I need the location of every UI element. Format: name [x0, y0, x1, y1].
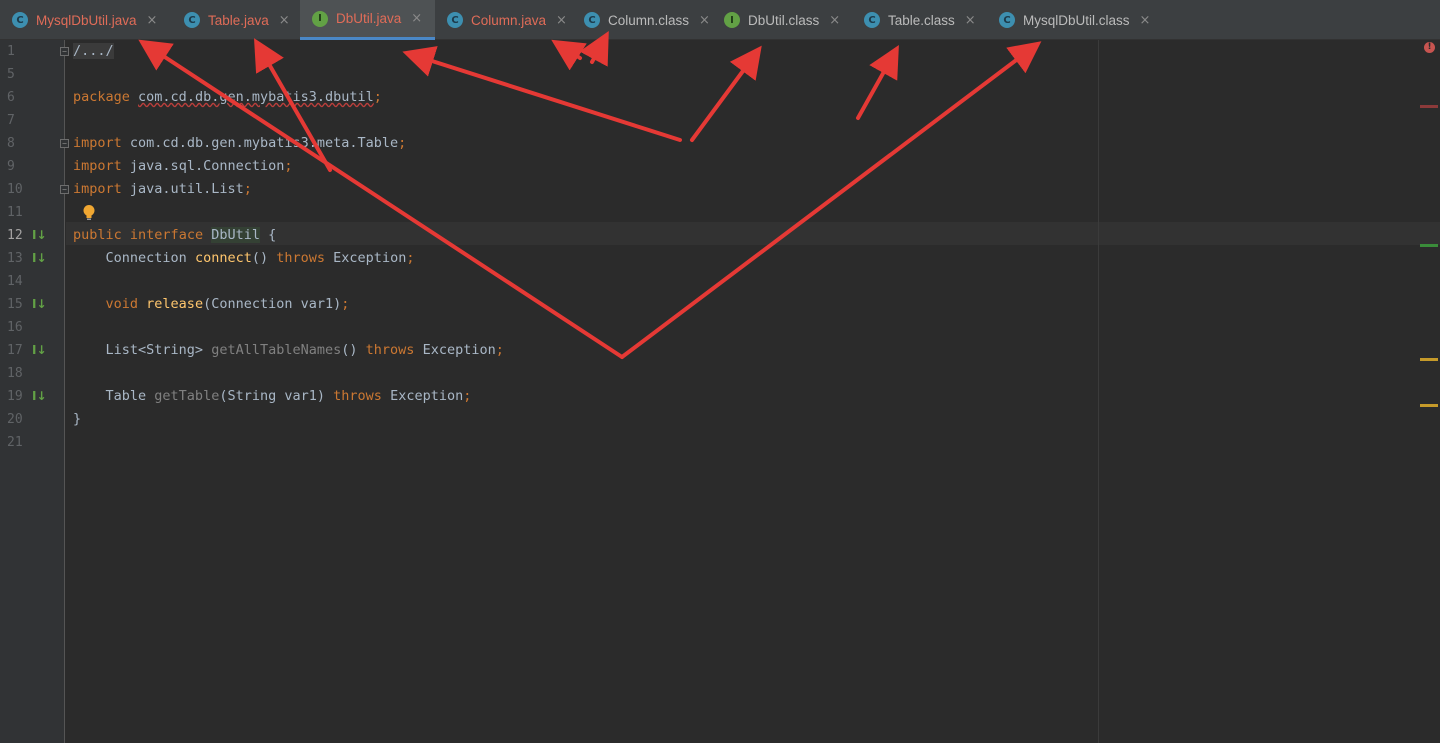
- annotation-arrow: [620, 41, 1042, 359]
- annotation-arrow: [690, 45, 762, 142]
- annotation-arrow: [579, 30, 609, 67]
- annotation-arrows: [138, 30, 1042, 359]
- annotation-arrow: [254, 38, 332, 172]
- annotation-arrow: [138, 39, 624, 359]
- annotation-arrow: [856, 45, 899, 120]
- annotation-arrow: [402, 46, 682, 142]
- annotation-arrow: [551, 39, 587, 71]
